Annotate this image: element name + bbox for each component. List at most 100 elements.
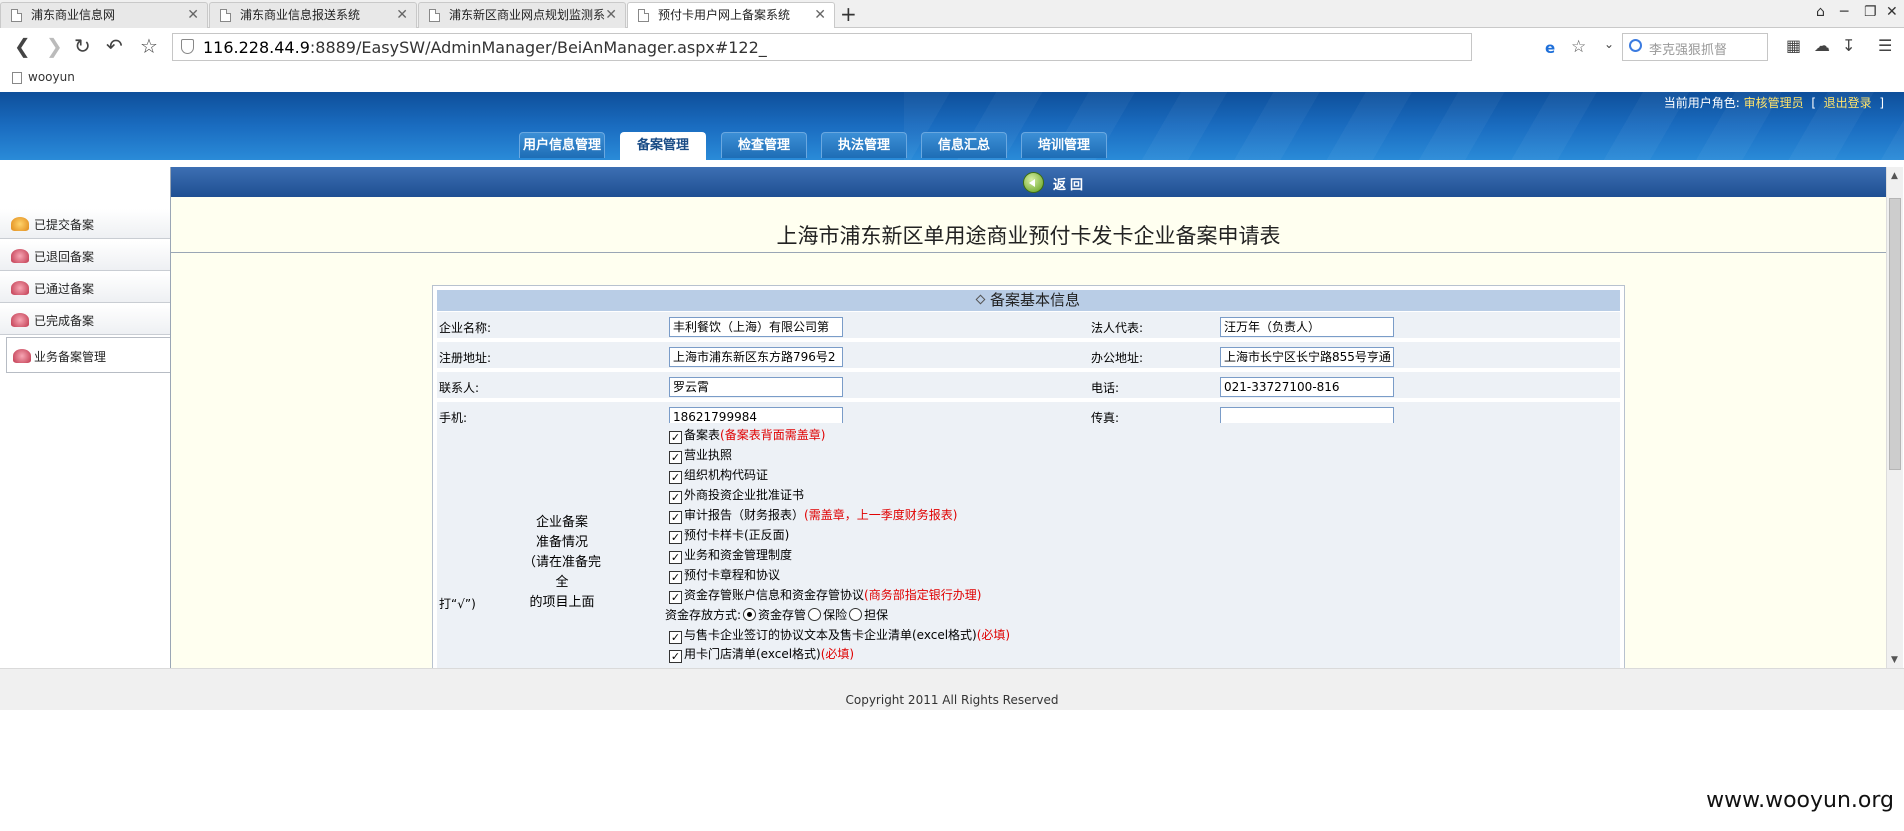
sidebar-item-label: 已提交备案 bbox=[34, 218, 95, 232]
close-window-button[interactable]: ✕ bbox=[1886, 4, 1898, 20]
scroll-up-icon[interactable]: ▲ bbox=[1891, 171, 1898, 181]
sidebar-item-label: 已通过备案 bbox=[34, 282, 95, 296]
sidebar-item-approved[interactable]: 已通过备案 bbox=[0, 272, 170, 303]
browser-tab[interactable]: 浦东新区商业网点规划监测系 ✕ bbox=[418, 2, 626, 28]
bracket: [ bbox=[1811, 96, 1817, 110]
back-bar: 返回 bbox=[171, 167, 1886, 197]
undo-icon[interactable]: ↶ bbox=[106, 35, 123, 57]
chevron-down-icon[interactable]: ⌄ bbox=[1604, 37, 1614, 51]
required-note: (必填) bbox=[976, 628, 1011, 642]
checkbox[interactable]: ✓ bbox=[669, 591, 682, 604]
page-title: 上海市浦东新区单用途商业预付卡发卡企业备案申请表 bbox=[776, 224, 1281, 248]
radio-insurance[interactable] bbox=[808, 608, 822, 621]
prep-tick-hint: 打“√”) bbox=[439, 597, 476, 611]
checkbox-row: ✓ 组织机构代码证 bbox=[669, 467, 768, 484]
download-icon[interactable]: ↧ bbox=[1842, 36, 1855, 55]
office-address-input[interactable]: 上海市长宁区长宁路855号亨通 bbox=[1220, 347, 1394, 367]
required-note: (需盖章，上一季度财务报表) bbox=[804, 508, 958, 522]
maximize-button[interactable]: ❐ bbox=[1864, 4, 1877, 20]
cloud-icon[interactable]: ☁ bbox=[1814, 36, 1830, 55]
checkbox-row: ✓ 备案表(备案表背面需盖章) bbox=[669, 427, 825, 444]
search-box[interactable]: 李克强狠抓督 bbox=[1622, 33, 1768, 61]
reg-address-input[interactable]: 上海市浦东新区东方路796号2 bbox=[669, 347, 843, 367]
checkbox-label: 业务和资金管理制度 bbox=[684, 548, 793, 562]
page-icon bbox=[12, 72, 22, 84]
users-icon bbox=[11, 281, 29, 295]
checkbox[interactable]: ✓ bbox=[669, 491, 682, 504]
browser-tab-active[interactable]: 预付卡用户网上备案系统 ✕ bbox=[627, 2, 835, 29]
prep-label: 企业备案 准备情况 （请在准备完全 的项目上面 bbox=[522, 515, 601, 610]
sidebar-item-submitted[interactable]: 已提交备案 bbox=[0, 208, 170, 239]
menu-tab-filing[interactable]: 备案管理 bbox=[620, 132, 706, 160]
browser-tab[interactable]: 浦东商业信息报送系统 ✕ bbox=[209, 2, 417, 28]
checkbox[interactable]: ✓ bbox=[669, 571, 682, 584]
browser-tab[interactable]: 浦东商业信息网 ✕ bbox=[0, 2, 208, 28]
forward-arrow-icon[interactable]: ❯ bbox=[46, 35, 63, 57]
section-title: 备案基本信息 bbox=[989, 291, 1080, 309]
apps-grid-icon[interactable]: ▦ bbox=[1786, 36, 1801, 55]
close-icon[interactable]: ✕ bbox=[605, 3, 617, 27]
sidebar-item-completed[interactable]: 已完成备案 bbox=[0, 304, 170, 335]
phone-input[interactable]: 021-33727100-816 bbox=[1220, 377, 1394, 397]
address-bar[interactable]: 116.228.44.9:8889/EasySW/AdminManager/Be… bbox=[172, 33, 1586, 61]
shirt-icon[interactable]: ⌂ bbox=[1816, 4, 1825, 20]
checkbox-row: ✓ 预付卡样卡(正反面) bbox=[669, 527, 789, 544]
scroll-down-icon[interactable]: ▼ bbox=[1891, 655, 1898, 665]
logout-link[interactable]: 退出登录 bbox=[1824, 96, 1872, 110]
tab-title: 预付卡用户网上备案系统 bbox=[658, 8, 791, 22]
checkbox[interactable]: ✓ bbox=[669, 551, 682, 564]
close-icon[interactable]: ✕ bbox=[187, 3, 199, 27]
checkbox-row: ✓ 用卡门店清单(excel格式)(必填) bbox=[669, 646, 854, 663]
checkbox[interactable]: ✓ bbox=[669, 471, 682, 484]
page-icon bbox=[638, 9, 649, 22]
new-tab-button[interactable]: + bbox=[840, 2, 857, 26]
search-input[interactable]: 李克强狠抓督 bbox=[1649, 39, 1727, 58]
menu-tab-enforcement[interactable]: 执法管理 bbox=[821, 132, 907, 158]
reload-icon[interactable]: ↻ bbox=[74, 35, 91, 57]
checkbox[interactable]: ✓ bbox=[669, 431, 682, 444]
company-name-input[interactable]: 丰利餐饮（上海）有限公司第 bbox=[669, 317, 843, 337]
menu-tab-inspection[interactable]: 检查管理 bbox=[721, 132, 807, 158]
close-icon[interactable]: ✕ bbox=[396, 3, 408, 27]
menu-tab-training[interactable]: 培训管理 bbox=[1021, 132, 1107, 158]
menu-tab-summary[interactable]: 信息汇总 bbox=[921, 132, 1007, 158]
main-frame: 返回 上海市浦东新区单用途商业预付卡发卡企业备案申请表 备案基本信息 企业名称:… bbox=[170, 167, 1903, 669]
sidebar-item-business-filing[interactable]: 业务备案管理 bbox=[6, 337, 170, 373]
checkbox[interactable]: ✓ bbox=[669, 631, 682, 644]
checkbox-label: 资金存管账户信息和资金存管协议 bbox=[684, 588, 865, 602]
minimize-button[interactable]: ─ bbox=[1840, 4, 1848, 20]
checkbox[interactable]: ✓ bbox=[669, 531, 682, 544]
checkbox[interactable]: ✓ bbox=[669, 451, 682, 464]
menu-icon[interactable]: ☰ bbox=[1878, 36, 1892, 55]
radio-escrow[interactable] bbox=[743, 608, 757, 621]
close-icon[interactable]: ✕ bbox=[814, 3, 826, 27]
bookmark-star-icon[interactable]: ☆ bbox=[140, 35, 158, 57]
url-text[interactable]: 116.228.44.9:8889/EasySW/AdminManager/Be… bbox=[203, 38, 767, 57]
required-note: (商务部指定银行办理) bbox=[864, 588, 982, 602]
back-button[interactable]: 返回 bbox=[1053, 174, 1087, 193]
checkbox[interactable]: ✓ bbox=[669, 650, 682, 663]
back-arrow-icon[interactable] bbox=[1023, 172, 1044, 193]
checkbox-row: ✓ 营业执照 bbox=[669, 447, 732, 464]
radio-guarantee[interactable] bbox=[849, 608, 863, 621]
back-arrow-icon[interactable]: ❮ bbox=[14, 35, 31, 57]
sidebar-item-returned[interactable]: 已退回备案 bbox=[0, 240, 170, 271]
vertical-scrollbar[interactable]: ▲ ▼ bbox=[1886, 167, 1903, 668]
contact-input[interactable]: 罗云霄 bbox=[669, 377, 843, 397]
filing-form: 备案基本信息 企业名称: 丰利餐饮（上海）有限公司第 法人代表: 汪万年（负责人… bbox=[432, 285, 1625, 669]
fund-mode-label: 资金存放方式: bbox=[665, 608, 742, 622]
users-icon bbox=[13, 349, 31, 363]
fund-mode-row: 资金存放方式: 资金存管 保险 担保 bbox=[665, 607, 888, 623]
phone-label: 电话: bbox=[1091, 381, 1120, 395]
sidebar-item-label: 已完成备案 bbox=[34, 314, 95, 328]
menu-tab-user-info[interactable]: 用户信息管理 bbox=[519, 132, 605, 158]
tab-title: 浦东商业信息报送系统 bbox=[240, 8, 361, 22]
scroll-thumb[interactable] bbox=[1889, 198, 1901, 470]
diamond-icon bbox=[975, 294, 986, 305]
checkbox[interactable]: ✓ bbox=[669, 511, 682, 524]
legal-rep-input[interactable]: 汪万年（负责人） bbox=[1220, 317, 1394, 337]
bookmark-wooyun[interactable]: wooyun bbox=[28, 70, 75, 84]
favorite-star-icon[interactable]: ☆ bbox=[1571, 37, 1586, 57]
tab-title: 浦东商业信息网 bbox=[31, 8, 116, 22]
ie-engine-icon[interactable]: e bbox=[1545, 39, 1555, 57]
